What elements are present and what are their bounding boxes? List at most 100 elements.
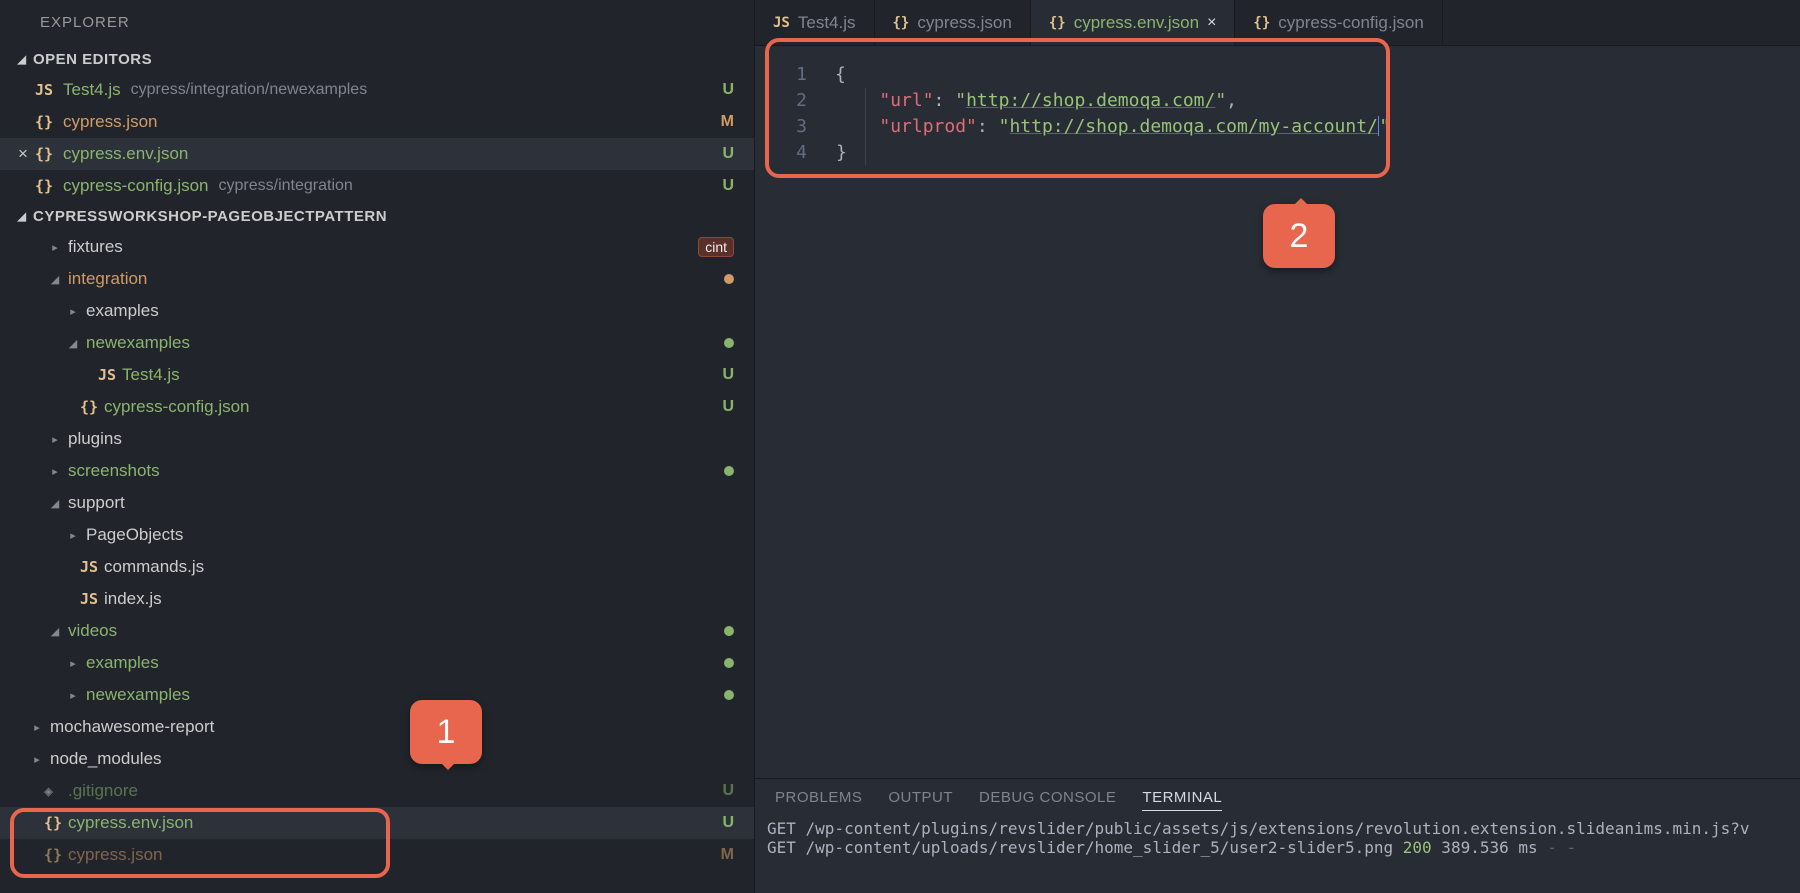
file-path: cypress/integration/newexamples [131,81,368,99]
tree-label: plugins [68,429,122,449]
file-icon: {} [1253,15,1270,31]
git-status: U [722,814,734,832]
tree-label: node_modules [50,749,162,769]
bottom-panel: PROBLEMS OUTPUT DEBUG CONSOLE TERMINAL GET … [755,778,1800,893]
file-icon: JS [80,590,104,608]
git-status: M [721,113,734,131]
file-path: cypress/integration [219,177,353,195]
tree-item[interactable]: {}cypress.jsonM [0,839,754,871]
editor-tab[interactable]: JSTest4.js [755,0,875,45]
git-dot [724,626,734,636]
twisty-icon: ▸ [30,753,44,766]
tree-item[interactable]: {}cypress-config.jsonU [0,391,754,423]
tree-label: Test4.js [122,365,180,385]
tree-label: PageObjects [86,525,183,545]
terminal-output[interactable]: GET /wp-content/plugins/revslider/public… [755,819,1800,857]
tree-item[interactable]: ▸ screenshots [0,455,754,487]
tree-item[interactable]: JSindex.js [0,583,754,615]
open-editor-item[interactable]: ×{}cypress.env.jsonU [0,138,754,170]
twisty-icon: ▸ [48,241,62,254]
line-number: 1 [755,62,835,88]
file-name: cypress.json [63,112,157,132]
twisty-icon: ◢ [48,273,62,286]
code-line[interactable]: 1{ [755,62,1800,88]
tab-label: Test4.js [798,13,856,33]
tree-item[interactable]: ▸ fixtures cint [0,231,754,263]
tree-item[interactable]: ◢ integration [0,263,754,295]
tree-item[interactable]: JSTest4.jsU [0,359,754,391]
cint-badge: cint [698,237,734,257]
panel-tab[interactable]: TERMINAL [1142,789,1222,811]
twisty-icon: ◢ [48,625,62,638]
code-line[interactable]: 2 "url": "http://shop.demoqa.com/", [755,88,1800,114]
tree-label: fixtures [68,237,123,257]
tree-item[interactable]: ◢newexamples [0,327,754,359]
code-text: { [835,62,846,88]
line-number: 3 [755,114,835,140]
tree-item[interactable]: ▸plugins [0,423,754,455]
git-status: U [722,81,734,99]
tree-item[interactable]: ◢ videos [0,615,754,647]
file-icon: {} [1049,15,1066,31]
file-icon: {} [35,145,63,163]
file-icon: {} [35,177,63,195]
twisty-icon: ▸ [48,465,62,478]
git-dot [724,338,734,348]
editor-area: JSTest4.js{}cypress.json{}cypress.env.js… [755,0,1800,893]
tree-label: cypress.env.json [68,813,193,833]
panel-tab[interactable]: PROBLEMS [775,789,862,811]
tree-item[interactable]: ◢ support [0,487,754,519]
tree-label: .gitignore [68,781,138,801]
code-line[interactable]: 3 "urlprod": "http://shop.demoqa.com/my-… [755,114,1800,140]
git-dot [724,690,734,700]
open-editor-item[interactable]: {}cypress-config.jsoncypress/integration… [0,170,754,202]
tree-label: newexamples [86,333,190,353]
twisty-icon: ▸ [66,657,80,670]
editor-tab[interactable]: {}cypress-config.json [1235,0,1442,45]
file-icon: ◈ [44,782,68,800]
code-text: "url": "http://shop.demoqa.com/", [836,88,1237,114]
tree-label: screenshots [68,461,160,481]
file-icon: JS [35,81,63,99]
close-icon[interactable]: × [11,144,35,164]
explorer-sidebar: EXPLORER ◢ OPEN EDITORS JSTest4.jscypres… [0,0,755,893]
editor-tab[interactable]: {}cypress.env.json× [1031,0,1236,45]
tree-item[interactable]: ▸ node_modules [0,743,754,775]
tree-label: examples [86,653,159,673]
tree-item[interactable]: ▸ examples [0,647,754,679]
file-icon: {} [44,814,68,832]
tree-item[interactable]: ▸PageObjects [0,519,754,551]
open-editors-list: JSTest4.js cypress/integration/newexample… [0,74,754,202]
tree-item[interactable]: JScommands.js [0,551,754,583]
tree-label: videos [68,621,117,641]
file-tree: ▸fixturescint◢integration▸examples◢newex… [0,231,754,871]
editor-tab[interactable]: {}cypress.json [875,0,1031,45]
code-line[interactable]: 4} [755,140,1800,166]
git-dot [724,274,734,284]
twisty-icon: ▸ [30,721,44,734]
tree-label: integration [68,269,147,289]
git-status: U [722,398,734,416]
panel-tab[interactable]: DEBUG CONSOLE [979,789,1116,811]
file-name: Test4.js [63,80,121,100]
tree-item[interactable]: {}cypress.env.json U [0,807,754,839]
tree-item[interactable]: ◈.gitignoreU [0,775,754,807]
tree-item[interactable]: ▸mochawesome-report [0,711,754,743]
open-editor-item[interactable]: {}cypress.json M [0,106,754,138]
open-editor-item[interactable]: JSTest4.js cypress/integration/newexample… [0,74,754,106]
close-icon[interactable]: × [1207,14,1216,32]
twisty-icon: ◢ [48,497,62,510]
tree-item[interactable]: ▸newexamples [0,679,754,711]
tree-item[interactable]: ▸examples [0,295,754,327]
file-icon: {} [35,113,63,131]
file-icon: {} [80,398,104,416]
editor-body[interactable]: 1{2 "url": "http://shop.demoqa.com/",3 "… [755,46,1800,778]
code-text: "urlprod": "http://shop.demoqa.com/my-ac… [836,114,1390,140]
git-dot [724,466,734,476]
open-editors-header[interactable]: ◢ OPEN EDITORS [0,45,754,74]
panel-tab[interactable]: OUTPUT [888,789,953,811]
file-name: cypress.env.json [63,144,188,164]
file-icon: {} [44,846,68,864]
tree-label: support [68,493,125,513]
project-header[interactable]: ◢ CYPRESSWORKSHOP-PAGEOBJECTPATTERN [0,202,754,231]
